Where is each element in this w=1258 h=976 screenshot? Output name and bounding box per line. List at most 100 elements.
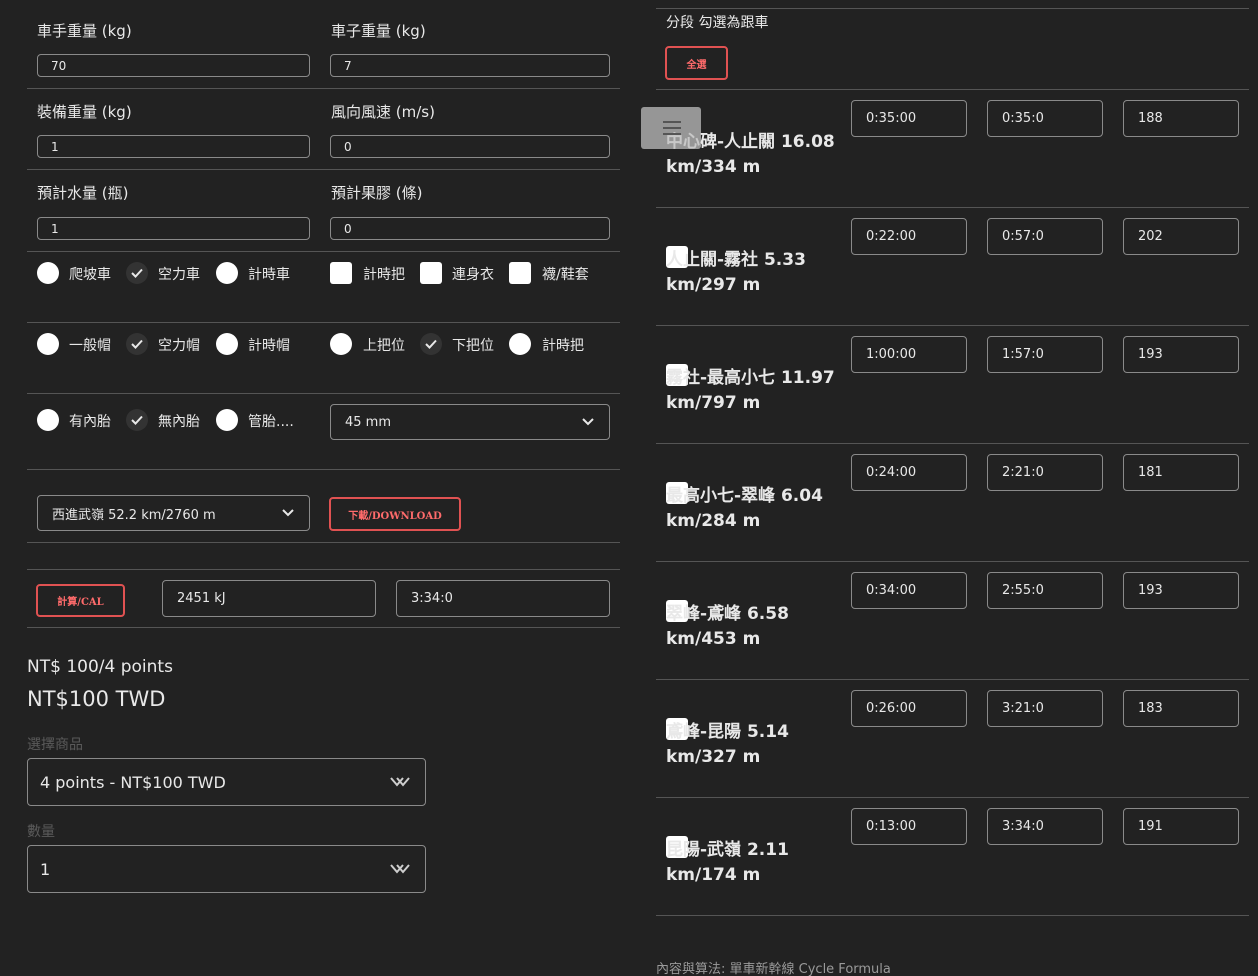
helmet-label: 計時帽 [248,338,290,354]
rider-weight-label: 車手重量 (kg) [37,22,132,40]
product-select[interactable]: 4 points - NT$100 TWD [27,758,426,806]
rider-weight-input[interactable]: 70 [37,54,310,77]
segment-cumulative-time: 1:57:0 [987,336,1103,373]
segment-time-input[interactable]: 0:26:00 [851,690,967,727]
segment-power-input[interactable]: 181 [1123,454,1239,491]
bike-type-radio-aero[interactable] [126,262,148,284]
quantity-label: 數量 [27,824,55,840]
chevron-down-icon [282,509,294,517]
segment-name: 翠峰-鳶峰 6.58 km/453 m [666,604,789,649]
menu-button[interactable] [641,107,701,149]
calculate-button[interactable]: 計算/CAL [36,584,125,617]
divider [27,322,620,323]
wind-label: 風向風速 (m/s) [331,103,435,121]
segment-time-input[interactable]: 0:24:00 [851,454,967,491]
segment-power-input[interactable]: 188 [1123,100,1239,137]
divider [27,169,620,170]
bike-type-label: 爬坡車 [69,267,111,283]
rim-depth-value: 45 mm [345,414,392,430]
gear-weight-label: 裝備重量 (kg) [37,103,132,121]
tire-label: 無內胎 [158,414,200,430]
segment-name: 最高小七-翠峰 6.04 km/284 m [666,486,823,531]
position-radio-tops[interactable] [330,333,352,355]
extra-checkbox-skinsuit[interactable] [420,262,442,284]
download-button[interactable]: 下載/DOWNLOAD [329,497,461,531]
tire-radio-tubeless[interactable] [126,409,148,431]
chevron-down-icon [390,864,410,874]
energy-output: 2451 kJ [162,580,376,617]
gel-input[interactable]: 0 [330,217,610,240]
segment-name: 鳶峰-昆陽 5.14 km/327 m [666,722,789,767]
segment-power-input[interactable]: 193 [1123,336,1239,373]
bike-type-radio-climb[interactable] [37,262,59,284]
segment-power-input[interactable]: 193 [1123,572,1239,609]
product-label: 選擇商品 [27,737,83,753]
helmet-radio-aero[interactable] [126,333,148,355]
quantity-value: 1 [40,859,51,879]
position-radio-drops[interactable] [420,333,442,355]
menu-icon [663,121,681,135]
divider [656,797,1249,798]
price-title: NT$ 100/4 points [27,657,173,677]
segment-time-input[interactable]: 0:35:00 [851,100,967,137]
extra-label: 襪/鞋套 [542,267,589,283]
segment-cumulative-time: 3:34:0 [987,808,1103,845]
segment-cumulative-time: 0:57:0 [987,218,1103,255]
divider [656,561,1249,562]
divider [656,8,1249,9]
segment-time-input[interactable]: 0:13:00 [851,808,967,845]
extra-checkbox-tt-bar[interactable] [330,262,352,284]
extra-label: 連身衣 [452,267,494,283]
segment-name: 人止關-霧社 5.33 km/297 m [666,250,806,295]
chevron-down-icon [390,777,410,787]
wind-input[interactable]: 0 [330,135,610,158]
segment-cumulative-time: 2:55:0 [987,572,1103,609]
chevron-down-icon [582,418,594,426]
bike-type-label: 空力車 [158,267,200,283]
divider [27,251,620,252]
gear-weight-input[interactable]: 1 [37,135,310,158]
tire-label: 管胎.... [248,414,294,430]
position-label: 計時把 [542,338,584,354]
position-label: 上把位 [363,338,405,354]
segment-time-input[interactable]: 0:34:00 [851,572,967,609]
check-icon [425,339,437,349]
bike-weight-input[interactable]: 7 [330,54,610,77]
total-time-output: 3:34:0 [396,580,610,617]
rim-depth-select[interactable]: 45 mm [330,404,610,440]
divider [27,569,620,570]
divider [27,88,620,89]
divider [656,915,1249,916]
tire-radio-tubular[interactable] [216,409,238,431]
tire-radio-tube[interactable] [37,409,59,431]
divider [656,325,1249,326]
product-value: 4 points - NT$100 TWD [40,772,226,792]
divider [27,469,620,470]
segment-power-input[interactable]: 191 [1123,808,1239,845]
extra-checkbox-shoe-cover[interactable] [509,262,531,284]
helmet-label: 空力帽 [158,338,200,354]
divider [656,443,1249,444]
divider [27,627,620,628]
route-select[interactable]: 西進武嶺 52.2 km/2760 m [37,495,310,531]
helmet-radio-normal[interactable] [37,333,59,355]
segment-power-input[interactable]: 183 [1123,690,1239,727]
position-radio-tt-bar[interactable] [509,333,531,355]
segment-power-input[interactable]: 202 [1123,218,1239,255]
select-all-button[interactable]: 全選 [665,46,728,80]
divider [27,393,620,394]
segment-name: 霧社-最高小七 11.97 km/797 m [666,368,835,413]
check-icon [131,339,143,349]
segment-cumulative-time: 0:35:0 [987,100,1103,137]
segment-time-input[interactable]: 1:00:00 [851,336,967,373]
gel-label: 預計果膠 (條) [331,184,423,202]
water-input[interactable]: 1 [37,217,310,240]
segment-name: 昆陽-武嶺 2.11 km/174 m [666,840,789,885]
bike-type-radio-tt[interactable] [216,262,238,284]
helmet-radio-tt[interactable] [216,333,238,355]
quantity-select[interactable]: 1 [27,845,426,893]
tire-label: 有內胎 [69,414,111,430]
price: NT$100 TWD [27,687,166,711]
segment-time-input[interactable]: 0:22:00 [851,218,967,255]
divider [656,679,1249,680]
